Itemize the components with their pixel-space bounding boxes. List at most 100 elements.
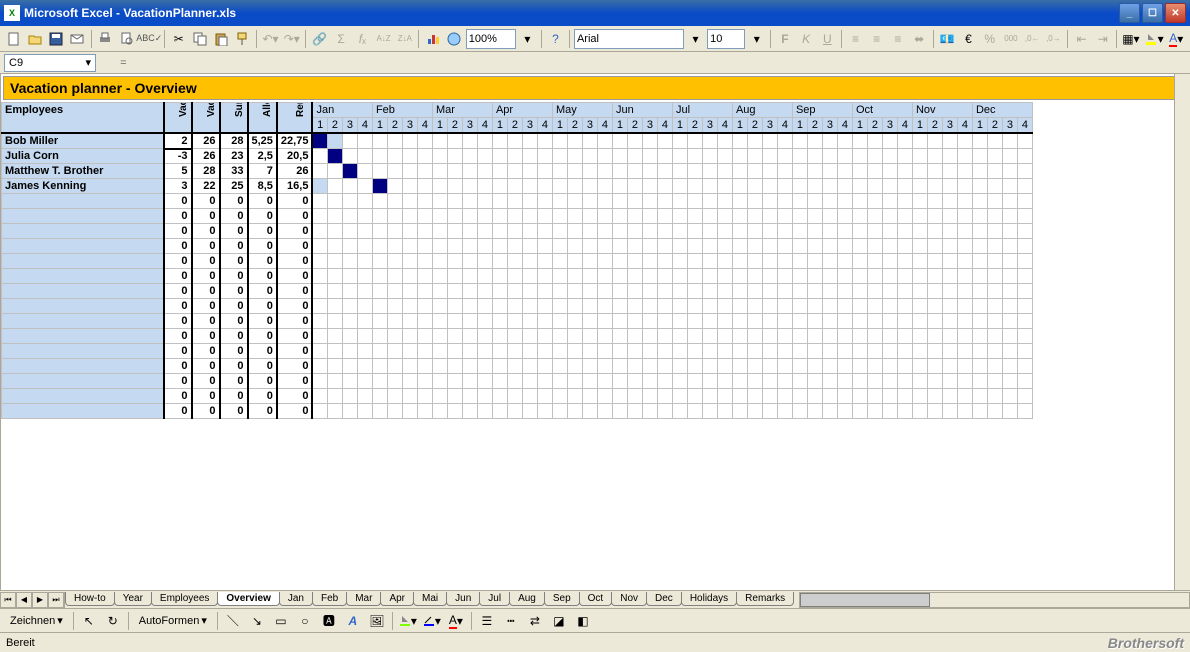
calendar-cell[interactable]	[687, 254, 702, 269]
employee-name-cell[interactable]	[2, 389, 164, 404]
calendar-cell[interactable]	[717, 164, 732, 179]
sheet-tab-holidays[interactable]: Holidays	[681, 592, 737, 606]
calendar-cell[interactable]	[432, 224, 447, 239]
calendar-cell[interactable]	[582, 133, 597, 149]
calendar-cell[interactable]	[597, 359, 612, 374]
calendar-cell[interactable]	[612, 404, 627, 419]
value-cell[interactable]: 0	[164, 194, 192, 209]
calendar-cell[interactable]	[582, 179, 597, 194]
calendar-cell[interactable]	[477, 133, 492, 149]
calendar-cell[interactable]	[867, 254, 882, 269]
calendar-cell[interactable]	[462, 149, 477, 164]
sheet-tab-jun[interactable]: Jun	[446, 592, 480, 606]
calendar-cell[interactable]	[1002, 329, 1017, 344]
calendar-cell[interactable]	[627, 194, 642, 209]
calendar-cell[interactable]	[672, 149, 687, 164]
employee-name-cell[interactable]: James Kenning	[2, 179, 164, 194]
value-cell[interactable]: 0	[248, 194, 277, 209]
calendar-cell[interactable]	[597, 209, 612, 224]
calendar-cell[interactable]	[507, 344, 522, 359]
calendar-cell[interactable]	[1017, 254, 1032, 269]
calendar-cell[interactable]	[417, 224, 432, 239]
calendar-cell[interactable]	[492, 404, 507, 419]
calendar-cell[interactable]	[912, 329, 927, 344]
calendar-cell[interactable]	[447, 164, 462, 179]
employee-name-cell[interactable]	[2, 239, 164, 254]
value-cell[interactable]: 0	[192, 269, 220, 284]
calendar-cell[interactable]	[627, 359, 642, 374]
calendar-cell[interactable]	[552, 374, 567, 389]
calendar-cell[interactable]	[447, 179, 462, 194]
value-cell[interactable]: 0	[164, 239, 192, 254]
calendar-cell[interactable]	[762, 164, 777, 179]
calendar-cell[interactable]	[567, 224, 582, 239]
calendar-cell[interactable]	[972, 344, 987, 359]
calendar-cell[interactable]	[702, 374, 717, 389]
value-cell[interactable]: 5	[164, 164, 192, 179]
calendar-cell[interactable]	[822, 194, 837, 209]
calendar-cell[interactable]	[942, 404, 957, 419]
value-cell[interactable]: 0	[248, 344, 277, 359]
sheet-tab-dec[interactable]: Dec	[646, 592, 682, 606]
calendar-cell[interactable]	[567, 284, 582, 299]
calendar-cell[interactable]	[972, 224, 987, 239]
dec-indent-button[interactable]: ⇤	[1072, 28, 1091, 50]
close-button[interactable]: ✕	[1165, 3, 1186, 23]
value-cell[interactable]: 0	[248, 284, 277, 299]
calendar-cell[interactable]	[747, 359, 762, 374]
calendar-cell[interactable]	[807, 299, 822, 314]
value-cell[interactable]: 0	[164, 344, 192, 359]
calendar-cell[interactable]	[882, 269, 897, 284]
calendar-cell[interactable]	[987, 224, 1002, 239]
calendar-cell[interactable]	[732, 209, 747, 224]
calendar-cell[interactable]	[462, 284, 477, 299]
calendar-cell[interactable]	[522, 224, 537, 239]
calendar-cell[interactable]	[702, 404, 717, 419]
calendar-cell[interactable]	[447, 314, 462, 329]
calendar-cell[interactable]	[582, 329, 597, 344]
calendar-cell[interactable]	[327, 284, 342, 299]
calendar-cell[interactable]	[702, 314, 717, 329]
calendar-cell[interactable]	[807, 133, 822, 149]
calendar-cell[interactable]	[387, 299, 402, 314]
calendar-cell[interactable]	[597, 269, 612, 284]
sheet-tab-sep[interactable]: Sep	[544, 592, 580, 606]
calendar-cell[interactable]	[492, 344, 507, 359]
calendar-cell[interactable]	[837, 269, 852, 284]
calendar-cell[interactable]	[372, 284, 387, 299]
calendar-cell[interactable]	[702, 269, 717, 284]
calendar-cell[interactable]	[852, 133, 867, 149]
calendar-cell[interactable]	[522, 269, 537, 284]
calendar-cell[interactable]	[1017, 374, 1032, 389]
calendar-cell[interactable]	[987, 269, 1002, 284]
calendar-cell[interactable]	[942, 179, 957, 194]
employee-name-cell[interactable]: Julia Corn	[2, 149, 164, 164]
calendar-cell[interactable]	[627, 224, 642, 239]
calendar-cell[interactable]	[417, 164, 432, 179]
calendar-cell[interactable]	[1017, 344, 1032, 359]
calendar-cell[interactable]	[987, 389, 1002, 404]
calendar-cell[interactable]	[822, 149, 837, 164]
calendar-cell[interactable]	[717, 149, 732, 164]
calendar-cell[interactable]	[462, 239, 477, 254]
employee-name-cell[interactable]	[2, 344, 164, 359]
calendar-cell[interactable]	[732, 344, 747, 359]
calendar-cell[interactable]	[777, 164, 792, 179]
calendar-cell[interactable]	[537, 254, 552, 269]
value-cell[interactable]: 0	[220, 209, 248, 224]
calendar-cell[interactable]	[417, 239, 432, 254]
value-cell[interactable]: 0	[277, 389, 313, 404]
calendar-cell[interactable]	[747, 133, 762, 149]
calendar-cell[interactable]	[702, 164, 717, 179]
calendar-cell[interactable]	[927, 179, 942, 194]
calendar-cell[interactable]	[792, 374, 807, 389]
calendar-cell[interactable]	[942, 314, 957, 329]
value-cell[interactable]: 0	[192, 404, 220, 419]
calendar-cell[interactable]	[387, 194, 402, 209]
value-cell[interactable]: 0	[220, 329, 248, 344]
calendar-cell[interactable]	[567, 329, 582, 344]
calendar-cell[interactable]	[852, 374, 867, 389]
calendar-cell[interactable]	[837, 329, 852, 344]
calendar-cell[interactable]	[957, 269, 972, 284]
value-cell[interactable]: -3	[164, 149, 192, 164]
